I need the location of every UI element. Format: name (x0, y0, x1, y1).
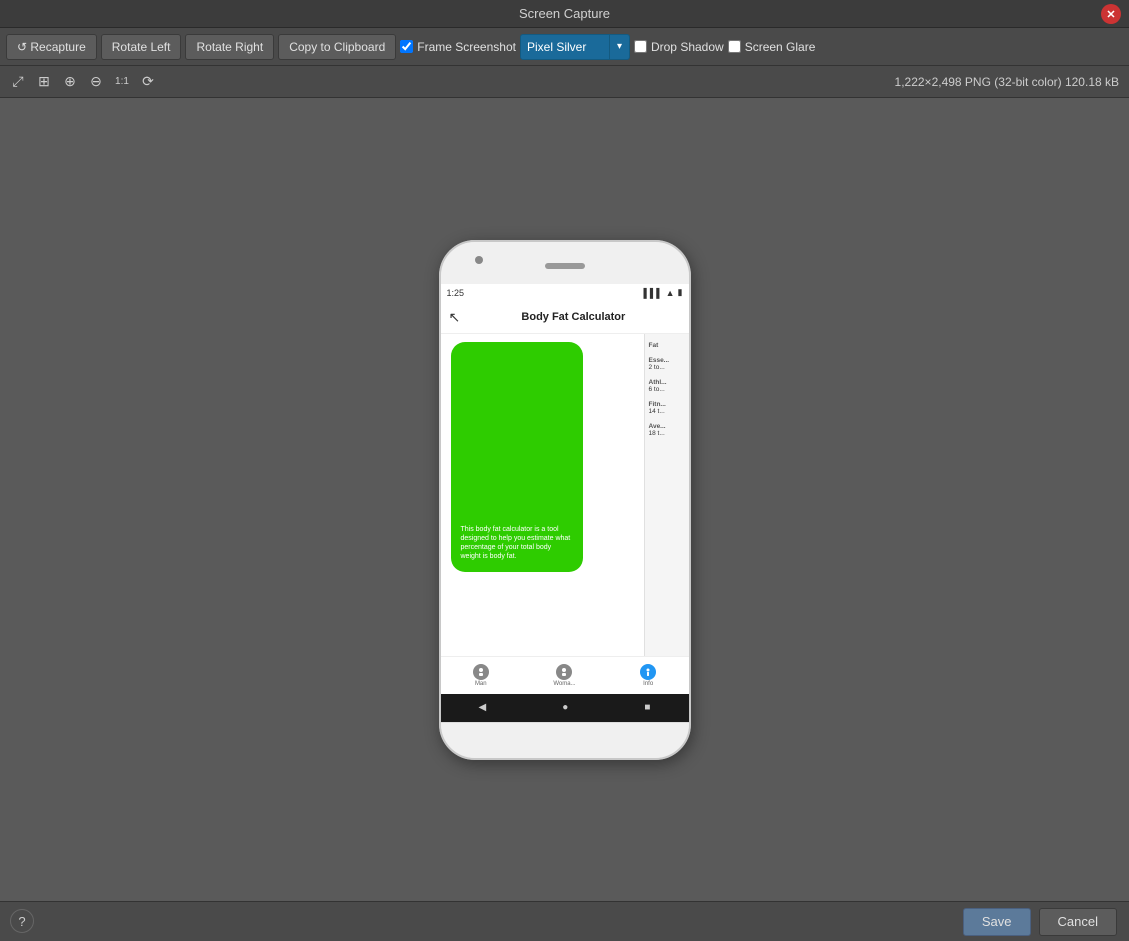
nav-item-woman[interactable]: Woma... (553, 664, 575, 687)
frame-screenshot-label[interactable]: Frame Screenshot (400, 40, 516, 54)
bottom-nav: Man Woma... Info (441, 656, 689, 694)
zoom-out-button[interactable]: ⊖ (84, 70, 108, 94)
screen-glare-checkbox[interactable] (728, 40, 741, 53)
drop-shadow-label[interactable]: Drop Shadow (634, 40, 724, 54)
nav-label-woman: Woma... (553, 681, 575, 687)
grid-button[interactable]: ⊞ (32, 70, 56, 94)
copy-clipboard-button[interactable]: Copy to Clipboard (278, 34, 396, 60)
side-item-athletic: Athl... 6 to... (649, 379, 685, 393)
side-item-fitness: Fitn... 14 t... (649, 401, 685, 415)
side-item-fat: Fat (649, 342, 685, 349)
app-content: This body fat calculator is a tool desig… (441, 334, 689, 656)
fit-window-button[interactable]: ⤢ (6, 70, 30, 94)
screen-glare-label[interactable]: Screen Glare (728, 40, 816, 54)
frame-screenshot-checkbox[interactable] (400, 40, 413, 53)
status-bar: 1:25 ▌▌▌ ▲ ▮ (441, 284, 689, 302)
bottom-bar: ? Save Cancel (0, 901, 1129, 941)
side-item-essential: Esse... 2 to... (649, 357, 685, 371)
canvas-area: 1:25 ▌▌▌ ▲ ▮ ↖ Body Fat Calculator This … (0, 98, 1129, 901)
frame-dropdown[interactable]: Pixel Silver iPhone Galaxy iPad ▾ (520, 34, 630, 60)
rotate-view-button[interactable]: ⟳ (136, 70, 160, 94)
phone-top (441, 242, 689, 284)
window-title: Screen Capture (519, 6, 610, 21)
android-nav: ◀ ● ■ (441, 694, 689, 722)
nav-item-info[interactable]: Info (640, 664, 656, 687)
rotate-right-button[interactable]: Rotate Right (185, 34, 274, 60)
phone-camera (475, 256, 483, 264)
phone-wrapper: 1:25 ▌▌▌ ▲ ▮ ↖ Body Fat Calculator This … (439, 240, 691, 760)
side-panel: Fat Esse... 2 to... Athl... 6 to... Fitn… (644, 334, 689, 656)
android-home[interactable]: ● (562, 702, 568, 713)
rotate-left-button[interactable]: Rotate Left (101, 34, 182, 60)
phone-frame: 1:25 ▌▌▌ ▲ ▮ ↖ Body Fat Calculator This … (439, 240, 691, 760)
image-info: 1,222×2,498 PNG (32-bit color) 120.18 kB (895, 75, 1119, 89)
nav-icon-info (640, 664, 656, 680)
nav-item-man[interactable]: Man (473, 664, 489, 687)
cancel-button[interactable]: Cancel (1039, 908, 1117, 936)
close-button[interactable]: ✕ (1101, 4, 1121, 24)
nav-icon-woman (556, 664, 572, 680)
app-bar: ↖ Body Fat Calculator (441, 302, 689, 334)
status-right: ▌▌▌ ▲ ▮ (643, 287, 682, 298)
nav-icon-man (473, 664, 489, 680)
drop-shadow-checkbox[interactable] (634, 40, 647, 53)
toolbar: ↺ Recapture Rotate Left Rotate Right Cop… (0, 28, 1129, 66)
frame-dropdown-arrow[interactable]: ▾ (610, 34, 630, 60)
recapture-button[interactable]: ↺ Recapture (6, 34, 97, 60)
actual-size-button[interactable]: 1:1 (110, 70, 134, 94)
view-icons: ⤢ ⊞ ⊕ ⊖ 1:1 ⟳ (6, 70, 160, 94)
help-button[interactable]: ? (10, 909, 34, 933)
green-card-text: This body fat calculator is a tool desig… (461, 525, 573, 561)
status-time: 1:25 (447, 288, 465, 298)
green-card: This body fat calculator is a tool desig… (451, 342, 583, 572)
save-button[interactable]: Save (963, 908, 1031, 936)
side-item-average: Ave... 18 t... (649, 423, 685, 437)
phone-bottom (441, 722, 689, 758)
app-title: Body Fat Calculator (466, 311, 680, 323)
secondary-toolbar: ⤢ ⊞ ⊕ ⊖ 1:1 ⟳ 1,222×2,498 PNG (32-bit co… (0, 66, 1129, 98)
status-battery: ▮ (678, 287, 683, 298)
zoom-in-button[interactable]: ⊕ (58, 70, 82, 94)
back-arrow-icon: ↖ (449, 309, 461, 326)
android-recents[interactable]: ■ (644, 702, 650, 713)
phone-speaker (545, 263, 585, 269)
nav-label-man: Man (475, 681, 487, 687)
status-wifi: ▲ (666, 288, 675, 298)
status-signal: ▌▌▌ (643, 288, 662, 298)
android-back[interactable]: ◀ (479, 702, 487, 713)
title-bar: Screen Capture ✕ (0, 0, 1129, 28)
nav-label-info: Info (643, 681, 653, 687)
frame-select[interactable]: Pixel Silver iPhone Galaxy iPad (520, 34, 610, 60)
